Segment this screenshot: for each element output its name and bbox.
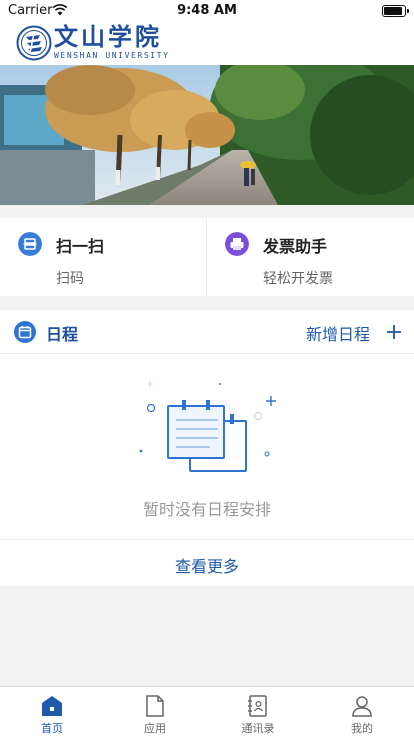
add-schedule-button[interactable]: 新增日程	[306, 321, 370, 345]
scan-icon	[18, 232, 42, 256]
contacts-book-icon	[248, 695, 267, 717]
status-bar: Carrier 9:48 AM	[0, 0, 414, 22]
battery-icon	[382, 5, 409, 17]
university-seal-icon	[16, 25, 52, 61]
campus-banner[interactable]	[0, 65, 414, 205]
schedule-card: 日程 新增日程 暂时没有日程安排 查看更多	[0, 310, 414, 586]
scan-subtitle: 扫码	[56, 271, 84, 287]
tab-apps[interactable]: 应用	[103, 687, 207, 736]
status-time: 9:48 AM	[177, 3, 237, 18]
battery-level	[384, 7, 402, 15]
view-more-button[interactable]: 查看更多	[0, 553, 414, 577]
quick-actions: 扫一扫 扫码 发票助手 轻松开发票	[0, 218, 414, 296]
invoice-printer-icon	[225, 232, 249, 256]
schedule-title: 日程	[46, 325, 79, 344]
tab-me[interactable]: 我的	[310, 687, 414, 736]
tab-home[interactable]: 首页	[0, 687, 104, 736]
school-name: 文山学院	[54, 22, 162, 51]
tab-apps-label: 应用	[144, 722, 166, 735]
tab-home-label: 首页	[41, 722, 63, 735]
empty-schedule-illustration	[139, 381, 276, 472]
empty-schedule-text: 暂时没有日程安排	[142, 500, 271, 519]
home-icon	[42, 696, 62, 716]
plus-icon[interactable]	[386, 324, 402, 340]
invoice-action[interactable]: 发票助手 轻松开发票	[207, 218, 413, 296]
tab-contacts-label: 通讯录	[241, 722, 275, 735]
tab-contacts[interactable]: 通讯录	[206, 687, 310, 736]
calendar-icon	[14, 321, 36, 343]
school-name-en: WENSHAN UNIVERSITY	[54, 51, 170, 60]
user-icon	[352, 696, 372, 717]
document-icon	[146, 695, 164, 717]
campus-tree-lined-path-photo	[0, 65, 414, 205]
tab-me-label: 我的	[351, 722, 373, 735]
view-more-row: 查看更多	[0, 539, 414, 586]
bottom-tab-bar: 首页 应用 通讯录 我的	[0, 686, 414, 736]
app-header: 文山学院 WENSHAN UNIVERSITY	[0, 22, 414, 65]
schedule-header: 日程 新增日程	[0, 310, 414, 354]
invoice-subtitle: 轻松开发票	[263, 271, 333, 287]
scan-action[interactable]: 扫一扫 扫码	[0, 218, 206, 296]
scan-title: 扫一扫	[56, 237, 105, 256]
invoice-title: 发票助手	[263, 237, 328, 256]
